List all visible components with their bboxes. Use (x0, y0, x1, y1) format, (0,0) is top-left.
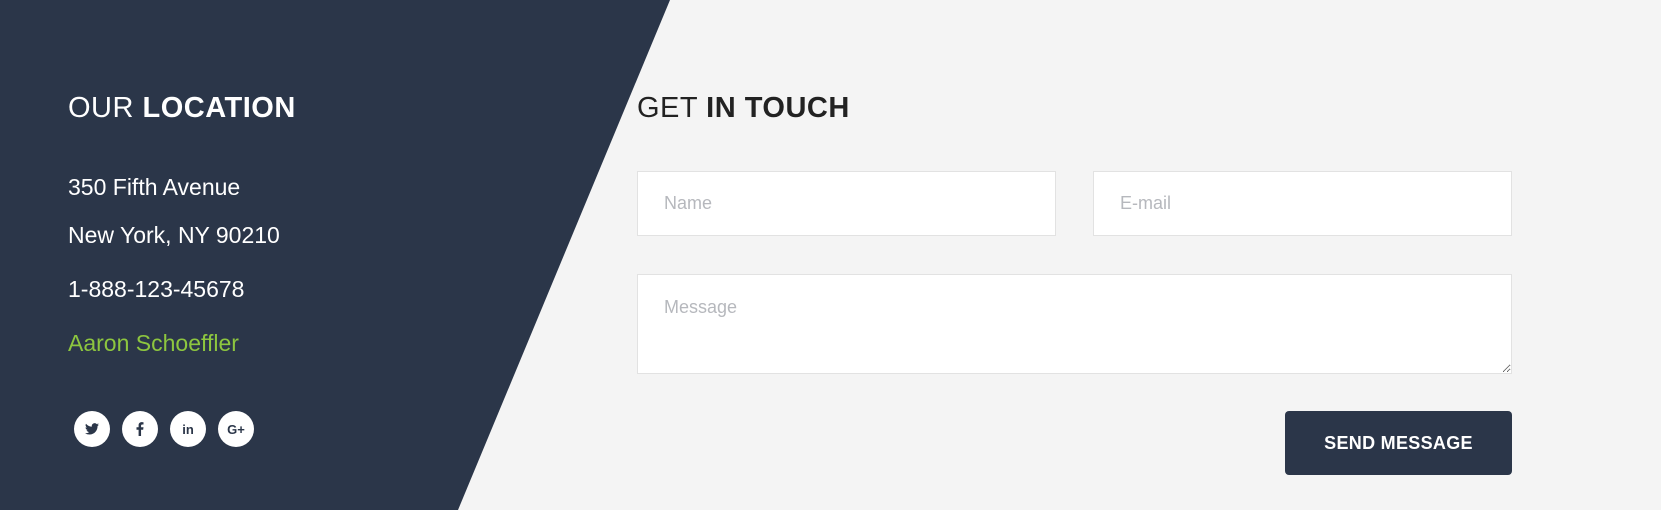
facebook-icon[interactable] (122, 411, 158, 447)
contact-heading: GET IN TOUCH (637, 92, 1512, 125)
location-heading: OUR LOCATION (68, 92, 296, 125)
contact-heading-bold: IN TOUCH (706, 92, 850, 124)
phone-number: 1-888-123-45678 (68, 276, 245, 302)
email-input[interactable] (1093, 171, 1512, 236)
message-textarea[interactable] (637, 274, 1512, 374)
contact-name-link[interactable]: Aaron Schoeffler (68, 319, 296, 367)
location-block: OUR LOCATION 350 Fifth Avenue New York, … (68, 92, 296, 367)
linkedin-icon[interactable]: in (170, 411, 206, 447)
linkedin-glyph: in (182, 421, 194, 437)
address: 350 Fifth Avenue New York, NY 90210 (68, 163, 296, 259)
contact-form-header: GET IN TOUCH (637, 92, 1512, 125)
social-links: in G+ (74, 411, 254, 447)
name-input[interactable] (637, 171, 1056, 236)
send-message-button[interactable]: SEND MESSAGE (1285, 411, 1512, 475)
google-plus-icon[interactable]: G+ (218, 411, 254, 447)
address-line-1: 350 Fifth Avenue (68, 174, 241, 200)
twitter-icon[interactable] (74, 411, 110, 447)
contact-heading-thin: GET (637, 92, 698, 124)
location-heading-thin: OUR (68, 92, 134, 124)
google-plus-glyph: G+ (227, 421, 245, 437)
address-line-2: New York, NY 90210 (68, 222, 280, 248)
contact-section: OUR LOCATION 350 Fifth Avenue New York, … (0, 0, 1661, 510)
location-heading-bold: LOCATION (142, 92, 296, 124)
